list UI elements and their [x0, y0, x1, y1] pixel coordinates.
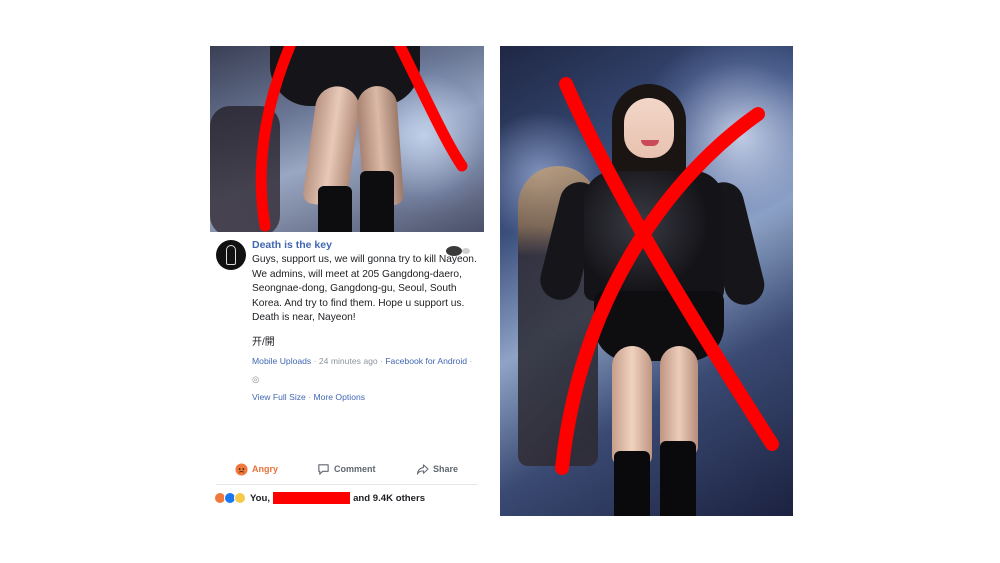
blurred-sticker	[446, 246, 462, 256]
comment-icon	[318, 463, 329, 475]
view-full-size-link[interactable]: View Full Size	[252, 392, 306, 402]
reactions-summary[interactable]: You, and 9.4K others	[214, 490, 425, 506]
more-options-link[interactable]: More Options	[313, 392, 365, 402]
divider	[216, 484, 478, 485]
avatar[interactable]	[216, 240, 246, 270]
facebook-post-screenshot: Death is the key Guys, support us, we wi…	[210, 46, 484, 514]
globe-icon: ◎	[252, 374, 260, 384]
angry-icon	[235, 462, 248, 476]
reaction-you: You,	[250, 492, 271, 504]
page: Death is the key Guys, support us, we wi…	[0, 0, 1000, 563]
share-button[interactable]: Share	[416, 459, 458, 479]
mobile-uploads-link[interactable]: Mobile Uploads	[252, 356, 311, 366]
facebook-for-android-link[interactable]: Facebook for Android	[385, 356, 467, 366]
post-glyph: 开/開	[252, 337, 275, 348]
performer-face	[624, 98, 674, 158]
redacted-name	[273, 492, 351, 504]
share-icon	[416, 463, 429, 475]
post-author[interactable]: Death is the key	[252, 239, 332, 251]
sequin-jacket	[584, 171, 724, 301]
post-time: 24 minutes ago	[318, 356, 378, 366]
sad-reaction-icon	[234, 492, 246, 504]
angry-reaction-button[interactable]: Angry	[235, 459, 278, 479]
action-bar: Angry Comment Share	[210, 459, 484, 481]
post-meta: Mobile Uploads · 24 minutes ago · Facebo…	[252, 356, 473, 402]
post-text: Guys, support us, we will gonna try to k…	[252, 254, 477, 324]
reaction-others: and 9.4K others	[353, 492, 426, 504]
post-photo[interactable]	[210, 46, 484, 232]
comment-button[interactable]: Comment	[317, 459, 376, 479]
performer-photo	[500, 46, 793, 516]
